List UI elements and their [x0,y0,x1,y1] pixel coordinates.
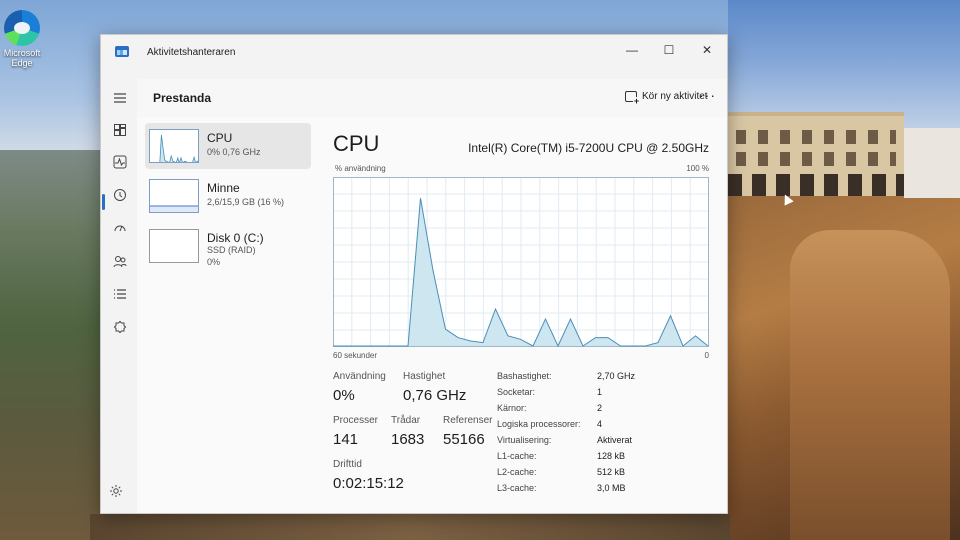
more-options-button[interactable]: ··· [699,87,716,103]
edge-icon [4,10,40,46]
desktop-icon-edge[interactable]: Microsoft Edge [0,10,44,68]
settings-gear-icon[interactable] [109,484,123,503]
perf-item-name: Minne [207,181,240,195]
perf-item-name: CPU [207,131,233,145]
perf-item-name: Disk 0 (C:) [207,231,264,245]
speed-label: Hastighet [403,371,446,382]
threads-label: Trådar [391,415,421,426]
task-manager-window: Aktivitetshanteraren — ☐ ✕ Prestanda + K… [100,34,728,514]
spec-row: L2-cache: 512 kB [497,467,677,483]
maximize-button[interactable]: ☐ [652,39,686,61]
services-icon[interactable] [109,316,131,338]
spec-row: Virtualisering: Aktiverat [497,435,677,451]
desktop-wallpaper-rock [790,230,950,540]
perf-item-cpu[interactable]: CPU 0% 0,76 GHz [145,123,311,169]
spec-value: 4 [597,419,603,429]
handles-value: 55166 [443,431,485,448]
spec-row: Socketar: 1 [497,387,677,403]
memory-thumbnail-graph [149,179,199,213]
cpu-detail-panel: CPU Intel(R) Core(TM) i5-7200U CPU @ 2.5… [333,117,727,513]
spec-value: 128 kB [597,451,626,461]
cpu-thumbnail-graph [149,129,199,163]
cpu-model-name: Intel(R) Core(TM) i5-7200U CPU @ 2.50GHz [468,141,709,155]
startup-apps-icon[interactable] [109,217,131,239]
spec-value: 3,0 MB [597,483,626,493]
perf-item-disk[interactable]: Disk 0 (C:) SSD (RAID) 0% [145,223,311,269]
disk-thumbnail-graph [149,229,199,263]
run-new-task-label: Kör ny aktivitet [642,91,708,102]
threads-value: 1683 [391,431,425,448]
desktop-icon-label: Microsoft Edge [3,48,41,68]
graph-axis-label-usage: % användning [335,164,386,173]
handles-label: Referenser [443,415,493,426]
graph-axis-label-max: 100 % [686,164,709,173]
cpu-detail-title: CPU [333,131,380,156]
spec-value: 2 [597,403,603,413]
run-new-task-button[interactable]: Kör ny aktivitet [625,91,708,106]
users-icon[interactable] [109,250,131,272]
desktop-wallpaper-building [728,112,904,196]
perf-item-subtitle: 2,6/15,9 GB (16 %) [207,197,285,207]
perf-item-subtitle: SSD (RAID) [207,245,256,255]
hamburger-menu-icon[interactable] [109,87,131,109]
app-history-icon[interactable] [109,184,131,206]
speed-value: 0,76 GHz [403,387,467,404]
page-title: Prestanda [153,91,212,105]
graph-axis-label-time: 60 sekunder [333,351,378,360]
spec-row: L3-cache: 3,0 MB [497,483,677,499]
usage-value: 0% [333,387,355,404]
graph-frame [150,130,198,162]
spec-key: L1-cache: [497,451,537,461]
title-bar[interactable]: Aktivitetshanteraren — ☐ ✕ [101,35,727,67]
spec-key: Kärnor: [497,403,527,413]
processes-label: Processer [333,415,379,426]
close-button[interactable]: ✕ [690,39,724,61]
window-title: Aktivitetshanteraren [147,47,236,58]
building-arches [728,174,904,196]
spec-row: Kärnor: 2 [497,403,677,419]
new-task-icon [625,91,640,106]
minimize-button[interactable]: — [615,39,649,61]
spec-key: Virtualisering: [497,435,552,445]
page-header: Prestanda Kör ny aktivitet ··· [137,79,727,117]
building-windows [736,152,896,166]
spec-key: L3-cache: [497,483,537,493]
spec-value: 2,70 GHz [597,371,636,381]
task-manager-app-icon [115,46,129,57]
spec-key: Socketar: [497,387,536,397]
performance-icon[interactable] [109,151,131,173]
perf-item-memory[interactable]: Minne 2,6/15,9 GB (16 %) [145,173,311,219]
usage-label: Användning [333,371,386,382]
spec-row: L1-cache: 128 kB [497,451,677,467]
spec-value: Aktiverat [597,435,633,445]
performance-content: CPU 0% 0,76 GHz Minne 2,6/15,9 GB (16 %)… [137,117,727,513]
details-list-icon[interactable] [109,283,131,305]
processes-value: 141 [333,431,359,448]
nav-sidebar [101,79,137,513]
desktop-wallpaper-town [904,128,960,198]
perf-item-subtitle-2: 0% [207,257,221,267]
desktop-wallpaper-left [0,150,100,540]
spec-value: 512 kB [597,467,626,477]
spec-row: Logiska processorer: 4 [497,419,677,435]
spec-value: 1 [597,387,603,397]
uptime-label: Drifttid [333,459,362,470]
processes-icon[interactable] [109,119,131,141]
spec-key: Bashastighet: [497,371,552,381]
spec-key: Logiska processorer: [497,419,581,429]
building-windows [736,130,896,144]
nav-active-indicator [102,194,105,210]
graph-axis-label-zero: 0 [704,351,709,360]
desktop-wallpaper-bottom [90,514,730,540]
spec-key: L2-cache: [497,467,537,477]
spec-row: Bashastighet: 2,70 GHz [497,371,677,387]
perf-item-subtitle: 0% 0,76 GHz [207,147,261,157]
cpu-usage-graph [333,177,709,347]
uptime-value: 0:02:15:12 [333,475,404,492]
